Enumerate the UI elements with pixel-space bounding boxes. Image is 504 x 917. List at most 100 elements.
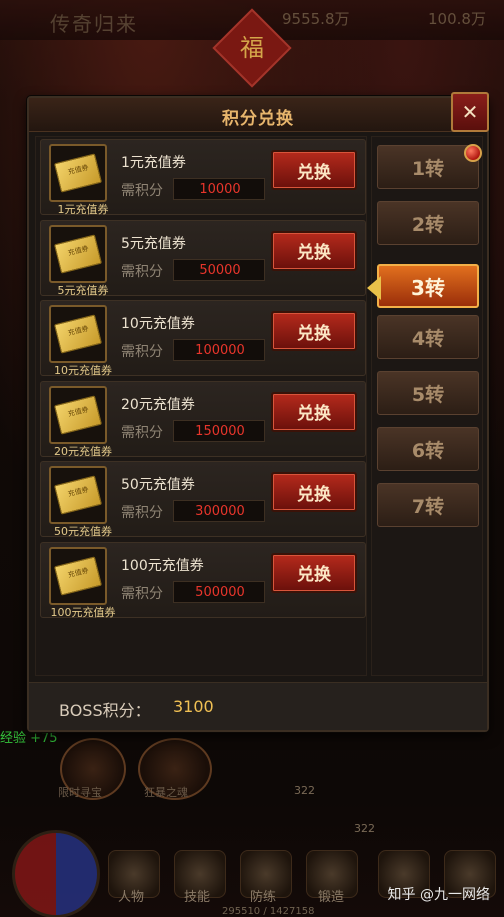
ticket-text: 充值券	[67, 324, 90, 338]
tab-tier-5[interactable]: 5转	[377, 371, 479, 415]
watermark: 知乎 @九一网络	[387, 887, 490, 903]
forge-menu-label: 锻造	[318, 890, 345, 905]
boss-points-footer: BOSS积分： 3100	[29, 682, 487, 730]
exchange-row: 充值券 10元充值券 10元充值券 需积分 100000 兑换	[40, 300, 366, 377]
cost-box: 500000	[173, 580, 265, 603]
boss-points-value: 3100	[173, 697, 214, 716]
character-menu-label: 人物	[118, 890, 145, 905]
ticket-icon: 充值券	[53, 555, 103, 596]
cost-value: 100000	[195, 343, 245, 358]
exchange-row: 充值券 20元充值券 20元充值券 需积分 150000 兑换	[40, 380, 366, 458]
voucher-caption: 20元充值券	[54, 444, 112, 458]
voucher-caption: 10元充值券	[54, 364, 112, 377]
tab-label: 4转	[411, 327, 445, 350]
cost-value: 500000	[195, 584, 245, 600]
cost-box: 300000	[173, 500, 265, 522]
ingot-amount: 100.8万	[428, 10, 486, 28]
tab-tier-3[interactable]: 3转	[367, 264, 479, 308]
voucher-icon: 充值券	[49, 305, 107, 363]
panel-title: 积分兑换	[222, 109, 294, 129]
ticket-text: 充值券	[67, 485, 90, 499]
defense-menu-label: 防练	[250, 890, 277, 905]
tab-label: 7转	[411, 495, 445, 518]
voucher-name: 100元充值券	[121, 557, 204, 574]
voucher-icon: 充值券	[49, 546, 107, 605]
tab-tier-7[interactable]: 7转	[377, 483, 479, 527]
skills-menu-label: 技能	[184, 890, 211, 905]
ticket-text: 充值券	[67, 404, 90, 418]
exchange-button[interactable]: 兑换	[271, 230, 357, 271]
exchange-row: 充值券 100元充值券 100元充值券 需积分 500000 兑换	[40, 541, 366, 619]
ticket-text: 充值券	[67, 565, 90, 579]
voucher-name: 5元充值券	[121, 235, 186, 252]
xp-progress-text: 295510 / 1427158	[222, 906, 315, 917]
exchange-button[interactable]: 兑换	[271, 311, 357, 351]
exchange-row: 充值券 50元充值券 50元充值券 需积分 300000 兑换	[40, 461, 366, 538]
exchange-button[interactable]: 兑换	[271, 552, 357, 593]
cost-label: 需积分	[121, 585, 163, 602]
ticket-icon: 充值券	[53, 475, 103, 515]
cost-label: 需积分	[121, 263, 163, 280]
tab-tier-4[interactable]: 4转	[377, 315, 479, 359]
tab-label: 2转	[411, 213, 445, 236]
cost-label: 需积分	[121, 505, 163, 521]
exchange-button[interactable]: 兑换	[271, 391, 357, 432]
voucher-name: 20元充值券	[121, 396, 195, 413]
notification-dot-icon	[464, 144, 482, 162]
treasure-hunt-label: 限时寻宝	[58, 786, 102, 799]
points-exchange-panel: 积分兑换 ✕ 充值券 1元充值券 1元充值券 需积分 10000 兑换 充值券 5元充值券 5元…	[27, 92, 489, 732]
tab-tier-1[interactable]: 1转	[377, 144, 482, 189]
cost-value: 10000	[199, 182, 241, 197]
fu-badge-char: 福	[240, 34, 264, 62]
voucher-icon: 充值券	[49, 466, 107, 524]
ticket-icon: 充值券	[53, 153, 103, 193]
ticket-icon: 充值券	[53, 314, 103, 354]
voucher-caption: 100元充值券	[50, 605, 116, 619]
tab-label: 6转	[411, 439, 445, 462]
voucher-icon: 充值券	[49, 385, 107, 444]
voucher-caption: 50元充值券	[54, 525, 112, 538]
cost-label: 需积分	[121, 183, 163, 199]
selected-arrow-icon	[367, 276, 381, 300]
voucher-icon: 充值券	[49, 144, 107, 202]
cost-box: 150000	[173, 419, 265, 442]
voucher-name: 10元充值券	[121, 316, 195, 332]
voucher-name: 50元充值券	[121, 477, 195, 493]
floating-number: 322	[294, 784, 315, 797]
boss-points-label: BOSS积分：	[59, 701, 151, 720]
voucher-icon: 充值券	[49, 224, 107, 283]
exchange-row: 充值券 1元充值券 1元充值券 需积分 10000 兑换	[40, 139, 366, 216]
cost-value: 300000	[195, 504, 245, 519]
cost-value: 50000	[199, 262, 241, 278]
tab-label: 3转	[411, 275, 445, 300]
voucher-caption: 1元充值券	[57, 203, 109, 216]
exchange-button[interactable]: 兑换	[271, 472, 357, 512]
ticket-icon: 充值券	[53, 233, 103, 274]
tab-label: 5转	[411, 383, 445, 406]
voucher-name: 1元充值券	[121, 155, 186, 171]
voucher-caption: 5元充值券	[57, 283, 109, 297]
cost-label: 需积分	[121, 344, 163, 360]
floating-number: 322	[354, 822, 375, 835]
cost-box: 10000	[173, 178, 265, 200]
close-button[interactable]: ✕	[451, 92, 489, 132]
tab-tier-2[interactable]: 2转	[377, 201, 479, 245]
exchange-list[interactable]: 充值券 1元充值券 1元充值券 需积分 10000 兑换 充值券 5元充值券 5元充值券 需积分 5…	[35, 136, 367, 676]
cost-box: 50000	[173, 258, 265, 281]
cost-value: 150000	[195, 423, 245, 439]
berserk-soul-label: 狂暴之魂	[144, 786, 188, 799]
exchange-row: 充值券 5元充值券 5元充值券 需积分 50000 兑换	[40, 219, 366, 297]
game-title: 传奇归来	[50, 12, 138, 36]
tab-tier-6[interactable]: 6转	[377, 427, 479, 471]
cost-label: 需积分	[121, 424, 163, 441]
exchange-button[interactable]: 兑换	[271, 150, 357, 190]
panel-header: 积分兑换	[29, 98, 487, 132]
cost-box: 100000	[173, 339, 265, 361]
tier-tabs: 1转 2转 3转 4转 5转 6转 7转	[367, 136, 483, 676]
skill-orb-icon[interactable]	[12, 830, 100, 917]
ticket-text: 充值券	[67, 243, 90, 257]
ticket-text: 充值券	[67, 163, 90, 177]
tab-label: 1转	[411, 157, 445, 180]
close-icon: ✕	[461, 100, 479, 124]
gold-amount: 9555.8万	[282, 10, 350, 28]
